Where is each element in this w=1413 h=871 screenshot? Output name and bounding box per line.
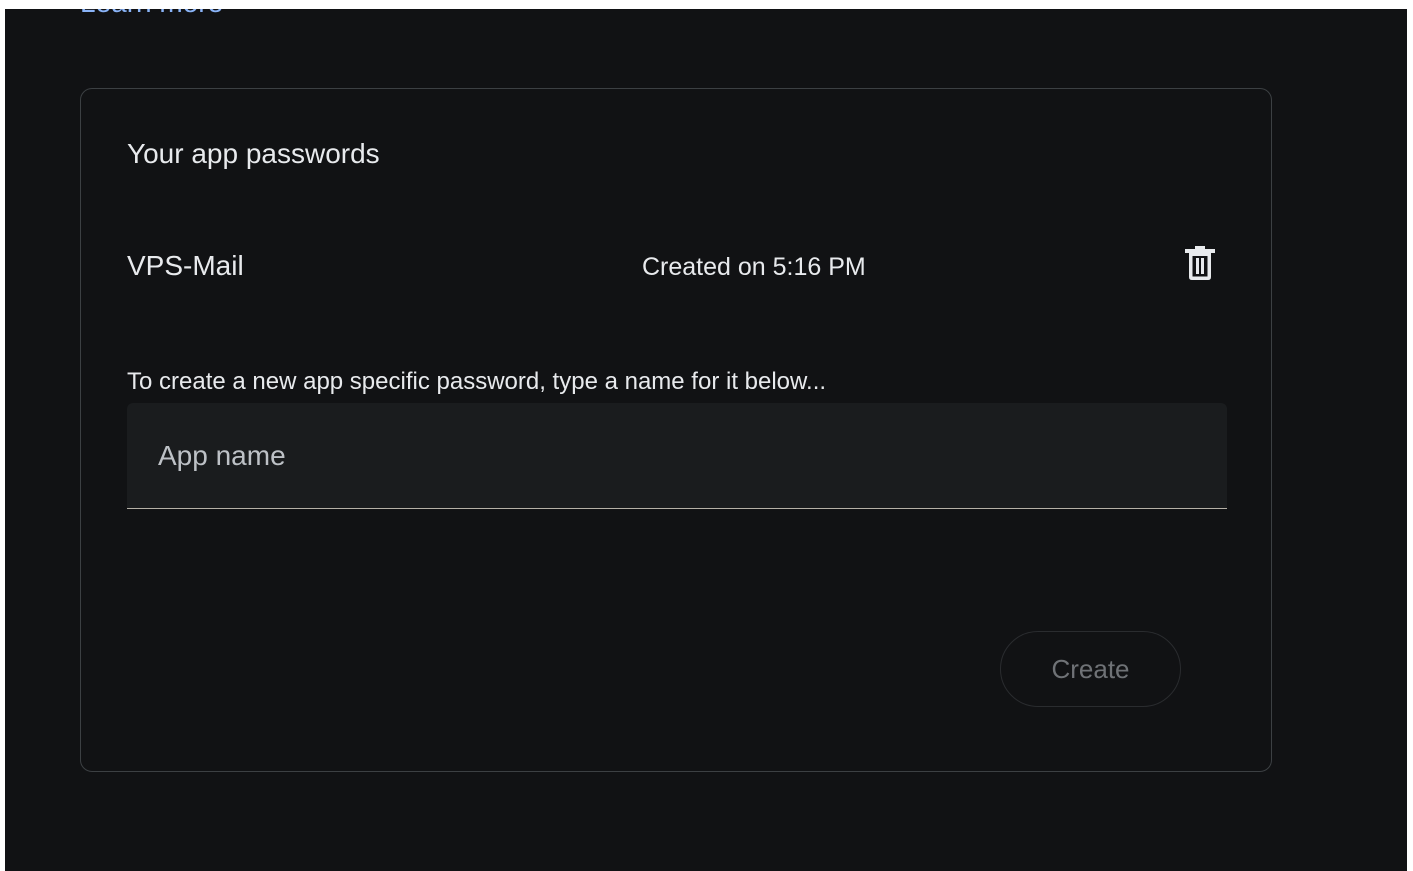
app-name-field xyxy=(127,403,1227,509)
password-created-date: Created on 5:16 PM xyxy=(642,253,866,281)
create-hint-text: To create a new app specific password, t… xyxy=(127,368,827,395)
trash-icon xyxy=(1185,246,1215,280)
learn-more-link[interactable]: Learn more xyxy=(80,9,223,19)
app-passwords-page: Learn more Your app passwords VPS-Mail C… xyxy=(5,9,1407,871)
app-name-input[interactable] xyxy=(127,403,1227,508)
delete-password-button[interactable] xyxy=(1178,241,1222,285)
password-name: VPS-Mail xyxy=(127,250,244,281)
app-passwords-card: Your app passwords VPS-Mail Created on 5… xyxy=(80,88,1272,772)
card-title: Your app passwords xyxy=(127,138,380,169)
create-button[interactable]: Create xyxy=(1000,631,1181,707)
